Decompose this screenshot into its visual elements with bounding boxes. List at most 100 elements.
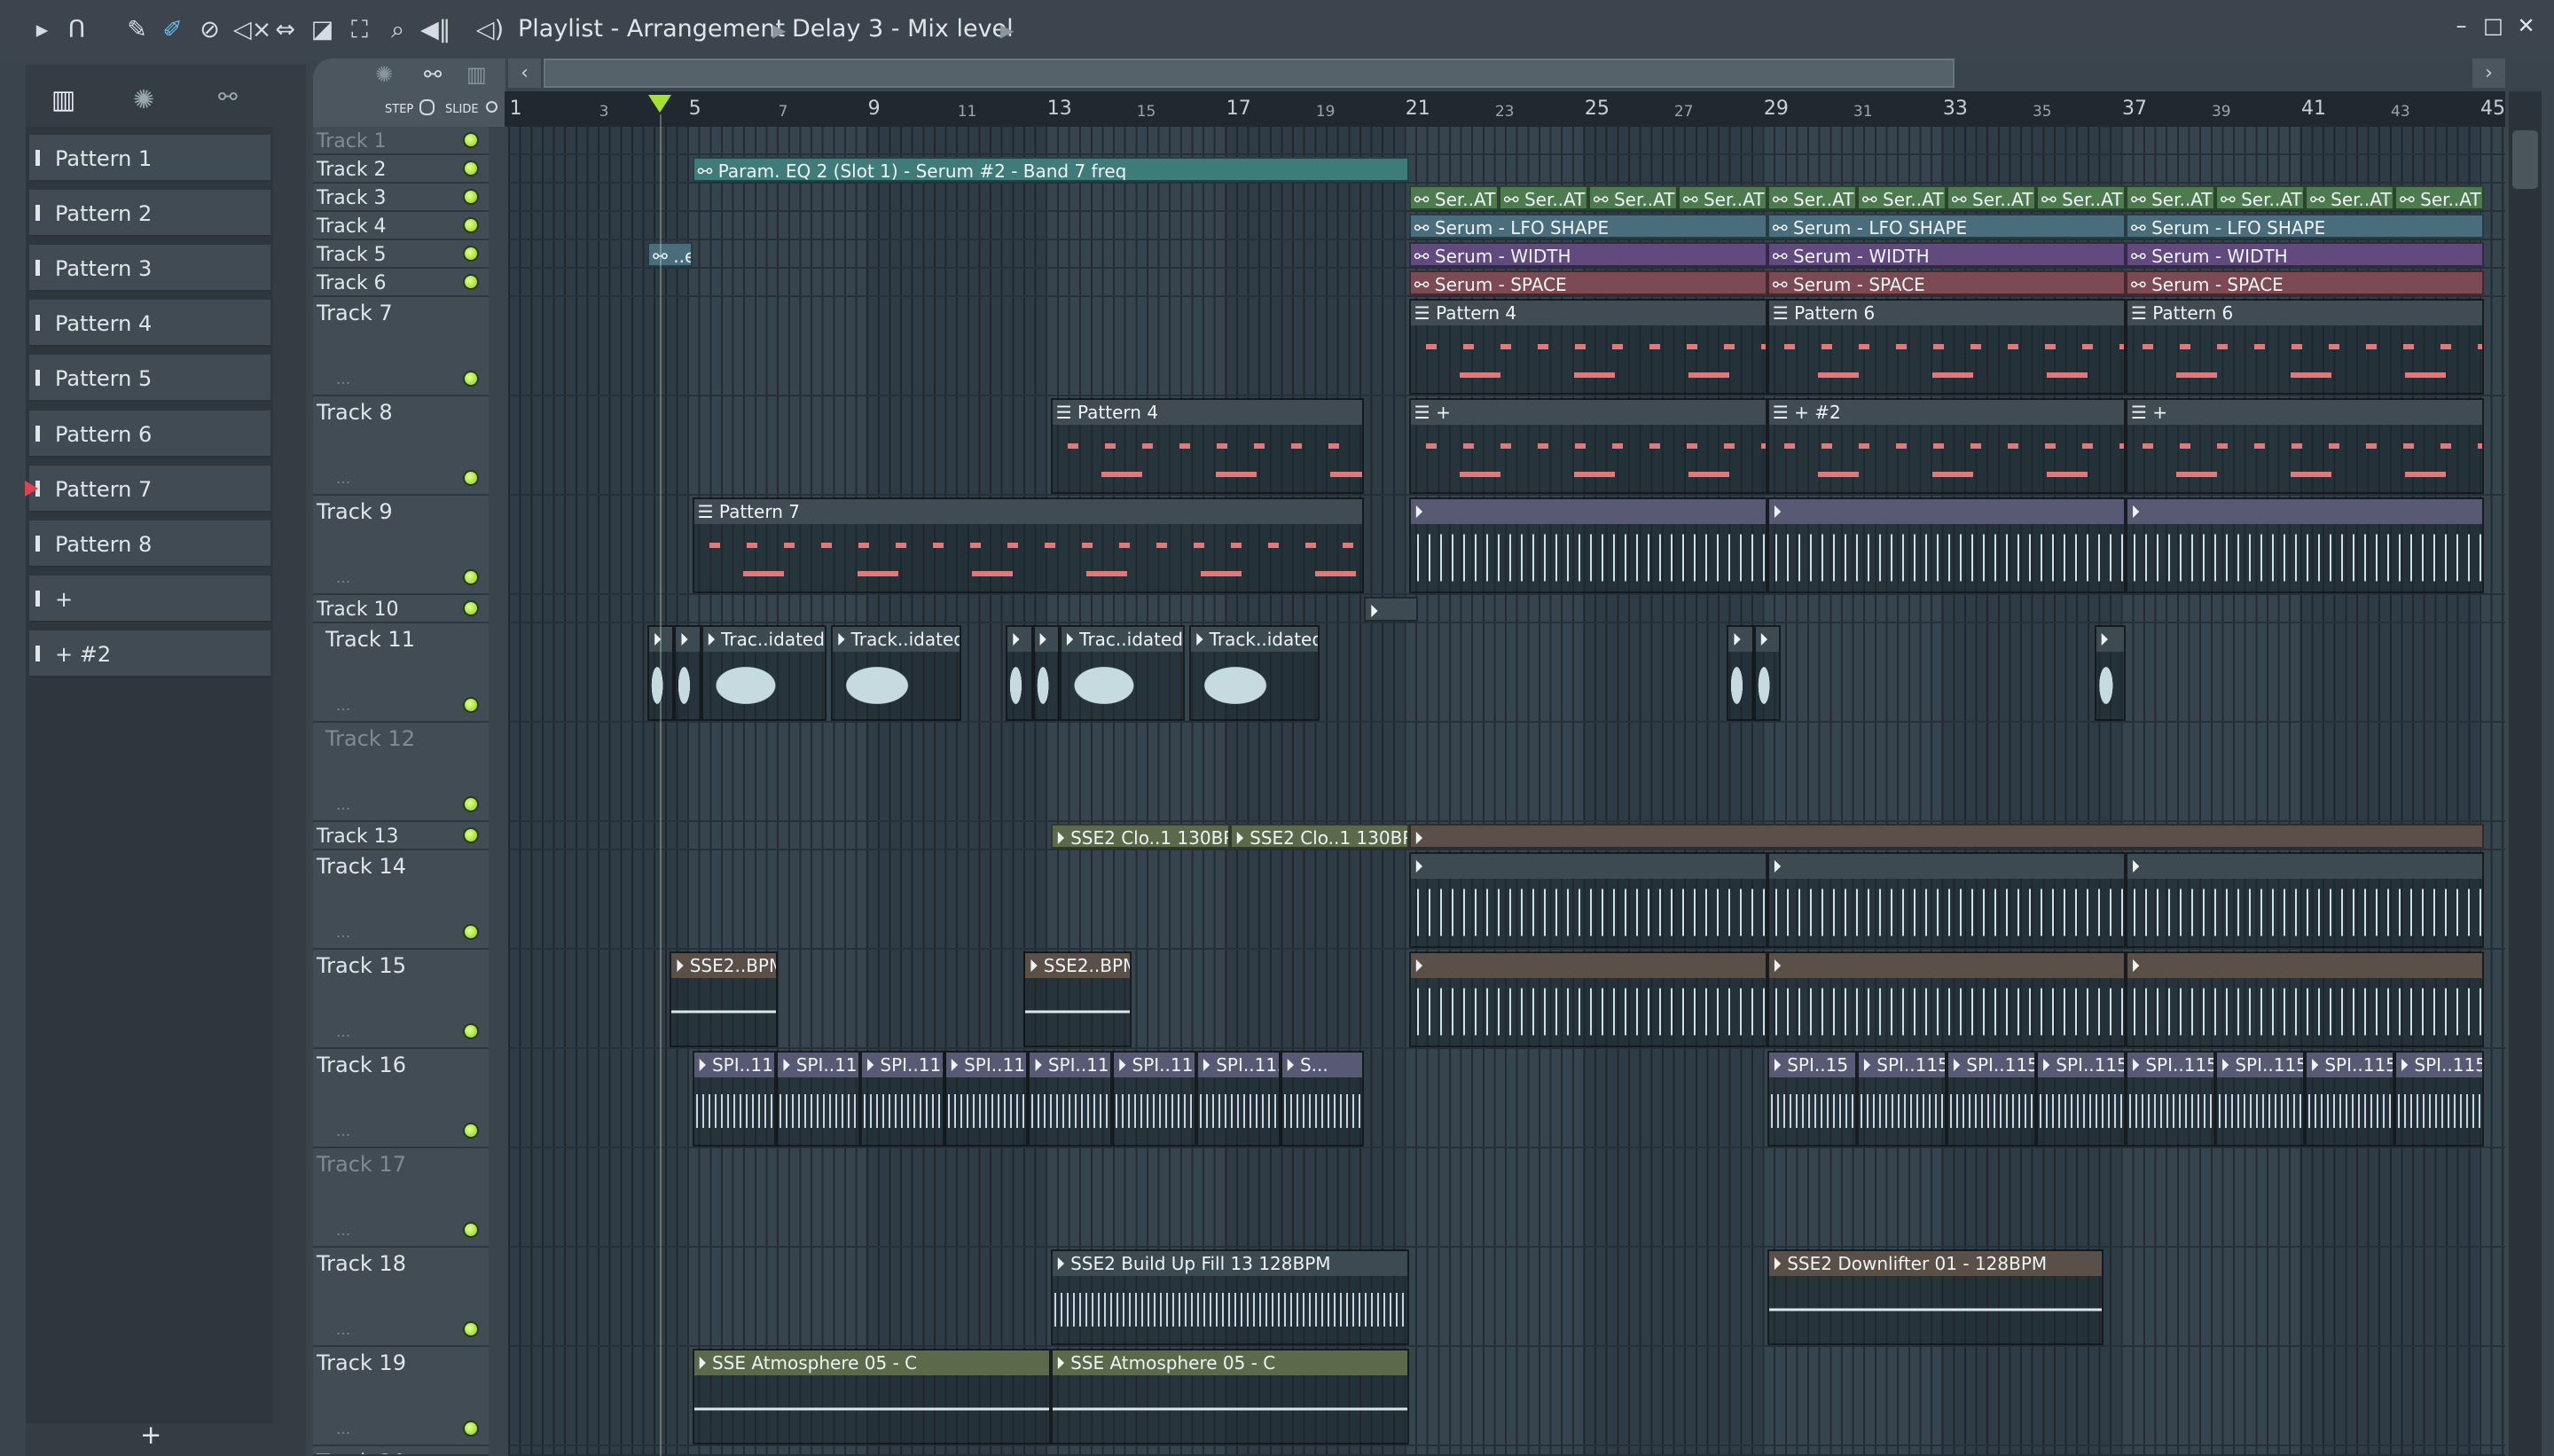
- playlist-clip[interactable]: ⏵ SPI..115: [944, 1051, 1029, 1147]
- playlist-clip[interactable]: ⏵ SPI..115: [2125, 1051, 2215, 1147]
- playlist-clip[interactable]: ⚯ Ser..ATE: [1587, 185, 1678, 211]
- track-lane[interactable]: [508, 723, 2505, 823]
- playlist-clip[interactable]: ⏵ SPI..115: [1856, 1051, 1947, 1147]
- playlist-clip[interactable]: ⏵: [674, 625, 701, 722]
- add-button[interactable]: +: [140, 1420, 161, 1450]
- playlist-clip[interactable]: ⚯ Ser..ATE: [1498, 185, 1588, 211]
- playlist-clip[interactable]: ⏵ SSE2 Clo..1 130BPM: [1229, 824, 1409, 849]
- track-mute-led[interactable]: [463, 796, 479, 813]
- playlist-clip[interactable]: ⏵: [1767, 852, 2126, 949]
- track-mute-led[interactable]: [463, 217, 479, 234]
- playlist-clip[interactable]: ⏵ SPI..115: [692, 1051, 777, 1147]
- playlist-clip[interactable]: ⏵: [1727, 625, 1754, 722]
- timeline-ruler[interactable]: 1 3 5 7 9 11 13 15 17 19 21 23 25 27 29 31 33 35 37 39 41 43 4…: [505, 91, 2505, 127]
- playlist-clip[interactable]: ⚯ Serum - SPACE: [2125, 270, 2485, 296]
- track-lane[interactable]: [508, 1148, 2505, 1249]
- playlist-clip[interactable]: ⏵ SPI..15: [1767, 1051, 1857, 1147]
- playlist-clip[interactable]: ☰ Pattern 7: [692, 497, 1365, 594]
- playlist-clip[interactable]: ⏵ Trac..idated): [701, 625, 827, 722]
- track-mute-led[interactable]: [463, 371, 479, 387]
- playlist-clip[interactable]: ⏵: [1408, 951, 1767, 1048]
- speaker-icon[interactable]: ◁): [475, 15, 505, 44]
- pattern-item[interactable]: Pattern 1: [29, 135, 270, 182]
- play-arrow-icon[interactable]: ▸: [27, 15, 57, 44]
- playlist-clip[interactable]: ☰ +: [1408, 398, 1767, 495]
- playlist-clip[interactable]: ⏵: [1408, 824, 2485, 849]
- track-mute-led[interactable]: [463, 1421, 479, 1437]
- pattern-item[interactable]: Pattern 7: [25, 465, 270, 513]
- playlist-clip[interactable]: ⚯ Ser..ATE: [1408, 185, 1499, 211]
- pattern-item[interactable]: Pattern 2: [29, 190, 270, 238]
- step-toggle[interactable]: [419, 99, 435, 115]
- playlist-clip[interactable]: ⏵ Trac..idated): [1059, 625, 1186, 722]
- pattern-item[interactable]: + #2: [29, 630, 270, 677]
- scroll-right-button[interactable]: ›: [2472, 59, 2505, 88]
- playlist-clip[interactable]: ⏵ SSE Atmosphere 05 - C: [692, 1349, 1051, 1445]
- playlist-clip[interactable]: ⏵: [1767, 497, 2126, 594]
- playlist-clip[interactable]: ⚯ Serum - LFO SHAPE: [1408, 214, 1767, 239]
- playlist-clip[interactable]: ⏵ SPI..115: [776, 1051, 861, 1147]
- pattern-item[interactable]: Pattern 6: [29, 410, 270, 458]
- pattern-item[interactable]: +: [29, 575, 270, 622]
- maximize-button[interactable]: □: [2480, 13, 2506, 38]
- pencil-icon[interactable]: ✎: [122, 15, 152, 44]
- pattern-item[interactable]: Pattern 8: [29, 520, 270, 568]
- track-header[interactable]: Track 4: [313, 212, 489, 241]
- playlist-clip[interactable]: ⏵ SPI..115: [2394, 1051, 2485, 1147]
- pattern-item[interactable]: Pattern 5: [29, 355, 270, 403]
- track-mute-led[interactable]: [463, 132, 479, 149]
- track-header[interactable]: Track 5: [313, 240, 489, 270]
- playlist-clip[interactable]: ⚯ Serum - LFO SHAPE: [1767, 214, 2126, 239]
- track-lane[interactable]: [508, 1248, 2505, 1348]
- select-icon[interactable]: ⛶: [345, 15, 374, 44]
- track-header[interactable]: Track 7...: [313, 297, 489, 397]
- playlist-clip[interactable]: ⏵ S...: [1280, 1051, 1365, 1147]
- playlist-clip[interactable]: ⚯ Ser..ATE: [2305, 185, 2395, 211]
- track-header[interactable]: Track 8...: [313, 396, 489, 497]
- playlist-clip[interactable]: ⚯ Serum - SPACE: [1767, 270, 2126, 296]
- playlist-clip[interactable]: ⏵ SPI..115: [2305, 1051, 2395, 1147]
- track-mute-led[interactable]: [463, 246, 479, 262]
- playlist-clip[interactable]: ⏵ SPI..115: [2214, 1051, 2305, 1147]
- track-lane[interactable]: [508, 1446, 2505, 1456]
- playlist-clip[interactable]: ☰ + #2: [1767, 398, 2126, 495]
- playlist-clip[interactable]: ⏵ SPI..115: [1195, 1051, 1281, 1147]
- track-header[interactable]: Track 9...: [313, 496, 489, 596]
- playlist-clip[interactable]: ⏵ SSE Atmosphere 05 - C: [1050, 1349, 1409, 1445]
- playlist-clip[interactable]: ⏵: [1408, 497, 1767, 594]
- playlist-clip[interactable]: ⏵ SPI..115: [860, 1051, 944, 1147]
- playlist-clip[interactable]: ⚯ Ser..ATE: [2125, 185, 2215, 211]
- scroll-left-button[interactable]: ‹: [508, 59, 541, 88]
- breadcrumb[interactable]: Delay 3 - Mix level: [792, 15, 1014, 43]
- track-header[interactable]: Track 15...: [313, 950, 489, 1050]
- track-mute-led[interactable]: [463, 600, 479, 617]
- track-lane[interactable]: [508, 127, 2505, 156]
- track-mute-led[interactable]: [463, 1123, 479, 1139]
- automation-icon[interactable]: ⚯: [218, 84, 238, 111]
- playlist-clip[interactable]: ⏵ Track..idated): [1189, 625, 1320, 722]
- track-mute-led[interactable]: [463, 1222, 479, 1239]
- slide-toggle[interactable]: [486, 101, 497, 113]
- track-lane[interactable]: [508, 595, 2505, 624]
- track-header[interactable]: Track 1: [313, 127, 489, 156]
- playlist-clip[interactable]: ⏵: [2125, 497, 2485, 594]
- overview-scrollbar[interactable]: [544, 59, 1955, 88]
- track-header[interactable]: Track 12...: [313, 723, 489, 823]
- playlist-clip[interactable]: ☰ Pattern 6: [1767, 299, 2126, 395]
- close-button[interactable]: ✕: [2513, 13, 2539, 38]
- track-header[interactable]: Track 17...: [313, 1148, 489, 1249]
- audio-wave-icon[interactable]: ✺: [133, 84, 154, 114]
- delete-icon[interactable]: ⊘: [195, 15, 224, 44]
- playlist-clip[interactable]: ⏵ Track..idated): [831, 625, 961, 722]
- track-mute-led[interactable]: [463, 274, 479, 291]
- playlist-clip[interactable]: ⏵ SSE2..BPM: [1023, 951, 1132, 1048]
- track-header[interactable]: Track 14...: [313, 850, 489, 951]
- playlist-clip[interactable]: ⏵: [2094, 625, 2126, 722]
- piano-icon[interactable]: ▥: [466, 62, 487, 87]
- playlist-clip[interactable]: ⚯ Ser..ATE: [2214, 185, 2305, 211]
- playlist-clip[interactable]: ⏵: [2125, 951, 2485, 1048]
- track-mute-led[interactable]: [463, 697, 479, 714]
- track-header[interactable]: Track 3: [313, 184, 489, 213]
- track-header[interactable]: Track 2: [313, 155, 489, 184]
- scrollbar-thumb[interactable]: [2512, 130, 2538, 189]
